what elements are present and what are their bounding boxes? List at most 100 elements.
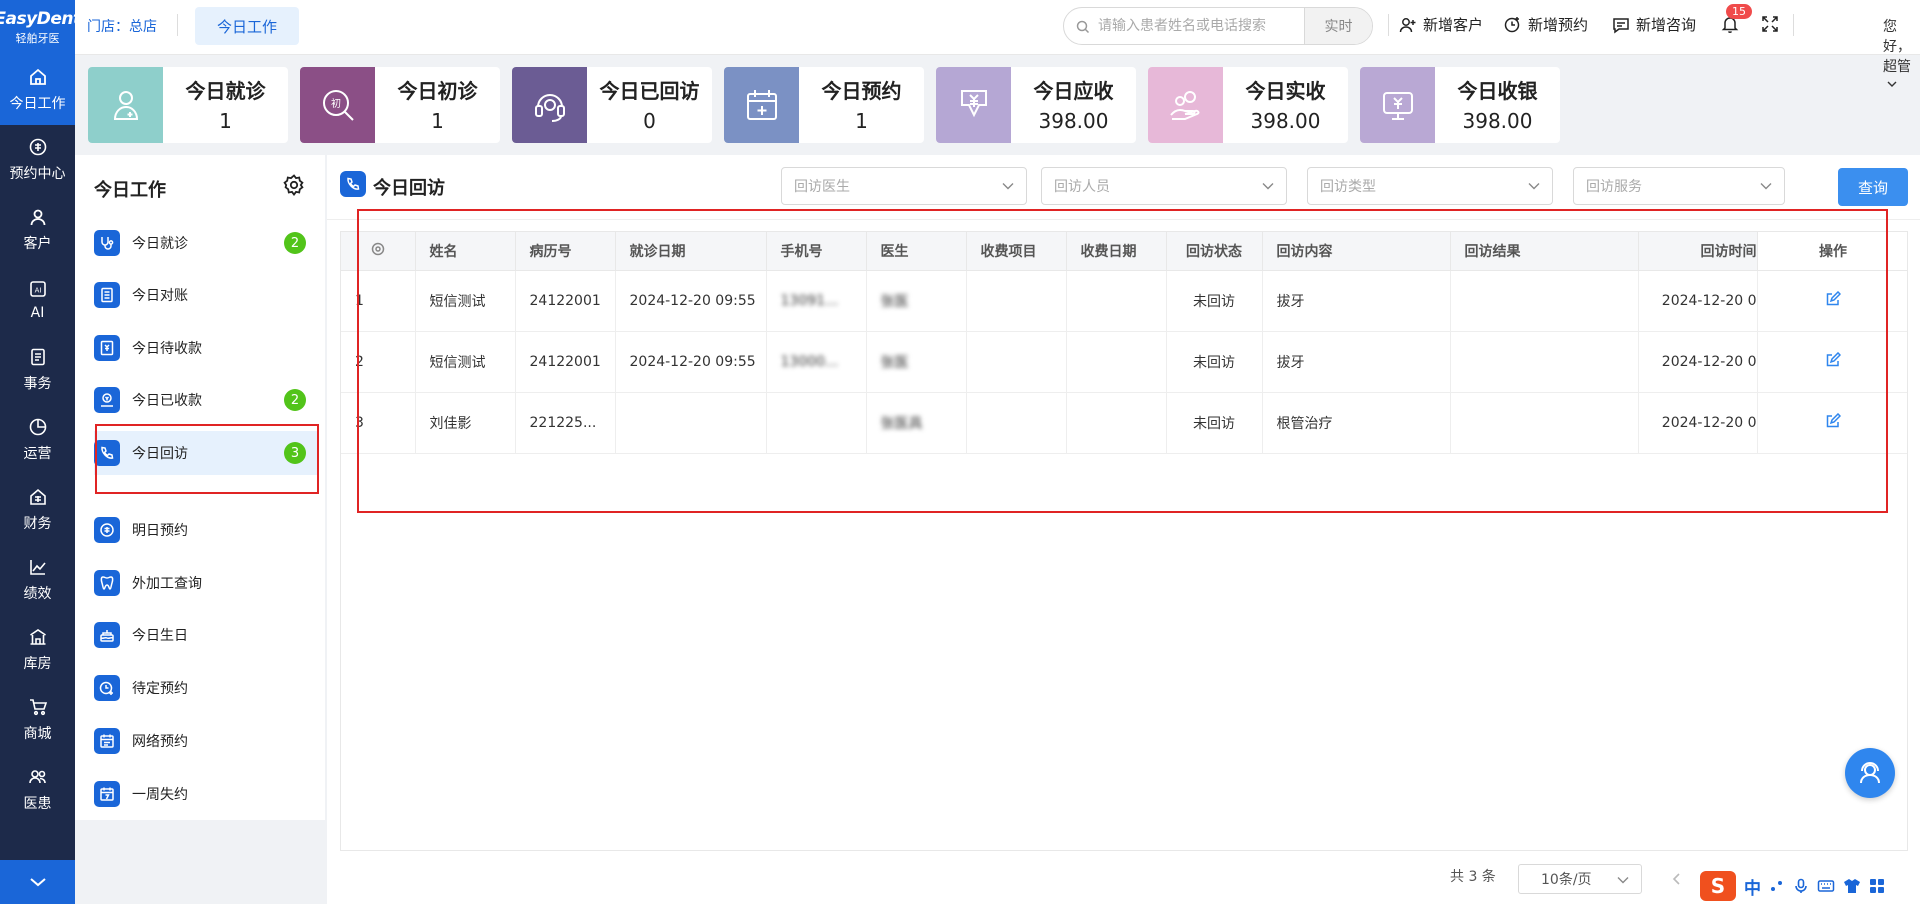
- column-settings[interactable]: [341, 232, 416, 271]
- sidebar-item-today-reconcile[interactable]: 今日对账: [94, 273, 319, 317]
- nav-item-warehouse[interactable]: 库房: [0, 615, 75, 685]
- cell-content: 拔牙: [1262, 270, 1451, 332]
- sidebar-item-label: 明日预约: [132, 523, 188, 539]
- stat-value: 398.00: [1038, 109, 1109, 133]
- customer-service-button[interactable]: [1845, 748, 1895, 798]
- nav-item-ai[interactable]: AI AI: [0, 265, 75, 335]
- table-row[interactable]: 3 刘佳影 221225... 张医具 未回访 根管治疗 2024-12-20 …: [341, 392, 1907, 454]
- cell-fee-date: [1066, 270, 1167, 332]
- nav-item-customer[interactable]: 客户: [0, 195, 75, 265]
- page-size-select[interactable]: 10条/页: [1518, 864, 1642, 894]
- column-header[interactable]: 回访内容: [1262, 232, 1451, 271]
- realtime-search-button[interactable]: 实时: [1304, 8, 1372, 44]
- sidebar-item-today-visit[interactable]: 今日就诊 2: [94, 221, 319, 265]
- cell-visit-date: 2024-12-20 09:55: [615, 270, 767, 332]
- divider: [1388, 14, 1389, 36]
- edit-icon: [1826, 351, 1842, 366]
- nav-item-today-work[interactable]: 今日工作: [0, 55, 75, 125]
- column-header[interactable]: 就诊日期: [615, 232, 767, 271]
- sidebar-item-received-payment[interactable]: 今日已收款 2: [94, 378, 319, 422]
- nav-item-finance[interactable]: 财务: [0, 475, 75, 545]
- stat-card-followed-up[interactable]: 今日已回访 0: [512, 67, 712, 143]
- skin-icon: [1844, 879, 1860, 893]
- followup-panel: 今日回访 回访医生 回访人员 回访类型 回访服务 查询 姓名 病历号 就诊日期 …: [327, 155, 1920, 904]
- filter-followup-service[interactable]: 回访服务: [1573, 167, 1785, 205]
- store-selector[interactable]: 门店：总店: [87, 16, 157, 36]
- settings-button[interactable]: [283, 174, 305, 200]
- add-consult-button[interactable]: 新增咨询: [1612, 14, 1696, 35]
- nav-item-doctor-patient[interactable]: 医患: [0, 755, 75, 825]
- sidebar-item-tomorrow-appointment[interactable]: 明日预约: [94, 508, 319, 552]
- filter-followup-doctor[interactable]: 回访医生: [781, 167, 1027, 205]
- cake-icon: [94, 622, 120, 648]
- sidebar-item-today-followup[interactable]: 今日回访 3: [94, 431, 319, 475]
- stethoscope-icon: [94, 230, 120, 256]
- column-header[interactable]: 病历号: [515, 232, 616, 271]
- cell-record-no: 221225...: [515, 392, 616, 454]
- first-visit-icon: 初: [300, 67, 375, 143]
- column-header[interactable]: 收费项目: [966, 232, 1067, 271]
- stat-card-first-visit[interactable]: 初 今日初诊 1: [300, 67, 500, 143]
- add-appointment-button[interactable]: 新增预约: [1504, 14, 1588, 35]
- query-button[interactable]: 查询: [1838, 168, 1908, 206]
- followup-table: 姓名 病历号 就诊日期 手机号 医生 收费项目 收费日期 回访状态 回访内容 回…: [340, 231, 1908, 851]
- filter-placeholder: 回访服务: [1586, 179, 1642, 195]
- ime-toolbar[interactable]: S 中: [1700, 870, 1885, 902]
- nav-item-operation[interactable]: 运营: [0, 405, 75, 475]
- table-row[interactable]: 2 短信测试 24122001 2024-12-20 09:55 13000..…: [341, 331, 1907, 393]
- column-header[interactable]: 手机号: [766, 232, 867, 271]
- edit-button[interactable]: [1757, 331, 1907, 393]
- tab-today-work[interactable]: 今日工作: [195, 7, 299, 45]
- brand-logo[interactable]: EasyDent 轻舶牙医: [0, 0, 81, 55]
- column-header[interactable]: 回访结果: [1450, 232, 1639, 271]
- stat-card-receivable[interactable]: 今日应收 398.00: [936, 67, 1136, 143]
- table-header-row: 姓名 病历号 就诊日期 手机号 医生 收费项目 收费日期 回访状态 回访内容 回…: [341, 232, 1907, 271]
- nav-collapse-button[interactable]: [0, 860, 75, 904]
- user-greeting[interactable]: 您好，超管: [1883, 16, 1920, 92]
- gear-icon: [371, 242, 384, 255]
- column-header[interactable]: 回访状态: [1166, 232, 1263, 271]
- edit-button[interactable]: [1757, 392, 1907, 454]
- add-customer-label: 新增客户: [1423, 16, 1484, 34]
- column-header[interactable]: 姓名: [415, 232, 516, 271]
- column-header[interactable]: 医生: [866, 232, 967, 271]
- stat-card-cashier[interactable]: 今日收银 398.00: [1360, 67, 1560, 143]
- nav-item-appointment[interactable]: 预约中心: [0, 125, 75, 195]
- chevron-down-icon: [1002, 183, 1014, 190]
- sidebar-item-pending-appointment[interactable]: 待定预约: [94, 666, 319, 710]
- add-customer-button[interactable]: 新增客户: [1399, 14, 1483, 35]
- sidebar-item-birthday[interactable]: 今日生日: [94, 613, 319, 657]
- edit-button[interactable]: [1757, 270, 1907, 332]
- cell-content: 拔牙: [1262, 331, 1451, 393]
- stat-value: 0: [643, 109, 656, 133]
- cell-fee-date: [1066, 392, 1167, 454]
- cell-doctor: 张医具: [866, 392, 967, 454]
- filter-followup-staff[interactable]: 回访人员: [1041, 167, 1287, 205]
- stat-card-today-visit[interactable]: 今日就诊 1: [88, 67, 288, 143]
- column-header[interactable]: 收费日期: [1066, 232, 1167, 271]
- nav-item-mall[interactable]: 商城: [0, 685, 75, 755]
- sidebar-item-pending-payment[interactable]: 今日待收款: [94, 326, 319, 370]
- table-row[interactable]: 1 短信测试 24122001 2024-12-20 09:55 13091..…: [341, 270, 1907, 332]
- nav-item-affairs[interactable]: 事务: [0, 335, 75, 405]
- stat-card-received[interactable]: 今日实收 398.00: [1148, 67, 1348, 143]
- cell-status: 未回访: [1166, 392, 1263, 454]
- sidebar-item-outsource-query[interactable]: 外加工查询: [94, 561, 319, 605]
- column-header[interactable]: 回访时间: [1638, 232, 1758, 271]
- cell-content: 根管治疗: [1262, 392, 1451, 454]
- stat-card-appointment[interactable]: 今日预约 1: [724, 67, 924, 143]
- fullscreen-button[interactable]: [1761, 15, 1779, 37]
- filter-placeholder: 回访类型: [1320, 179, 1376, 195]
- nav-item-performance[interactable]: 绩效: [0, 545, 75, 615]
- filter-followup-type[interactable]: 回访类型: [1307, 167, 1553, 205]
- sidebar-item-week-missed[interactable]: 一周失约: [94, 772, 319, 816]
- nav-label: 库房: [23, 656, 52, 672]
- add-user-icon: [1399, 17, 1416, 32]
- prev-page-button[interactable]: [1672, 872, 1682, 890]
- divider: [177, 14, 178, 36]
- chevron-down-icon: [1760, 183, 1772, 190]
- search-input[interactable]: [1098, 8, 1298, 44]
- row-index: 3: [341, 392, 416, 454]
- hand-money-icon: [1148, 67, 1223, 143]
- sidebar-item-online-appointment[interactable]: 网络预约: [94, 719, 319, 763]
